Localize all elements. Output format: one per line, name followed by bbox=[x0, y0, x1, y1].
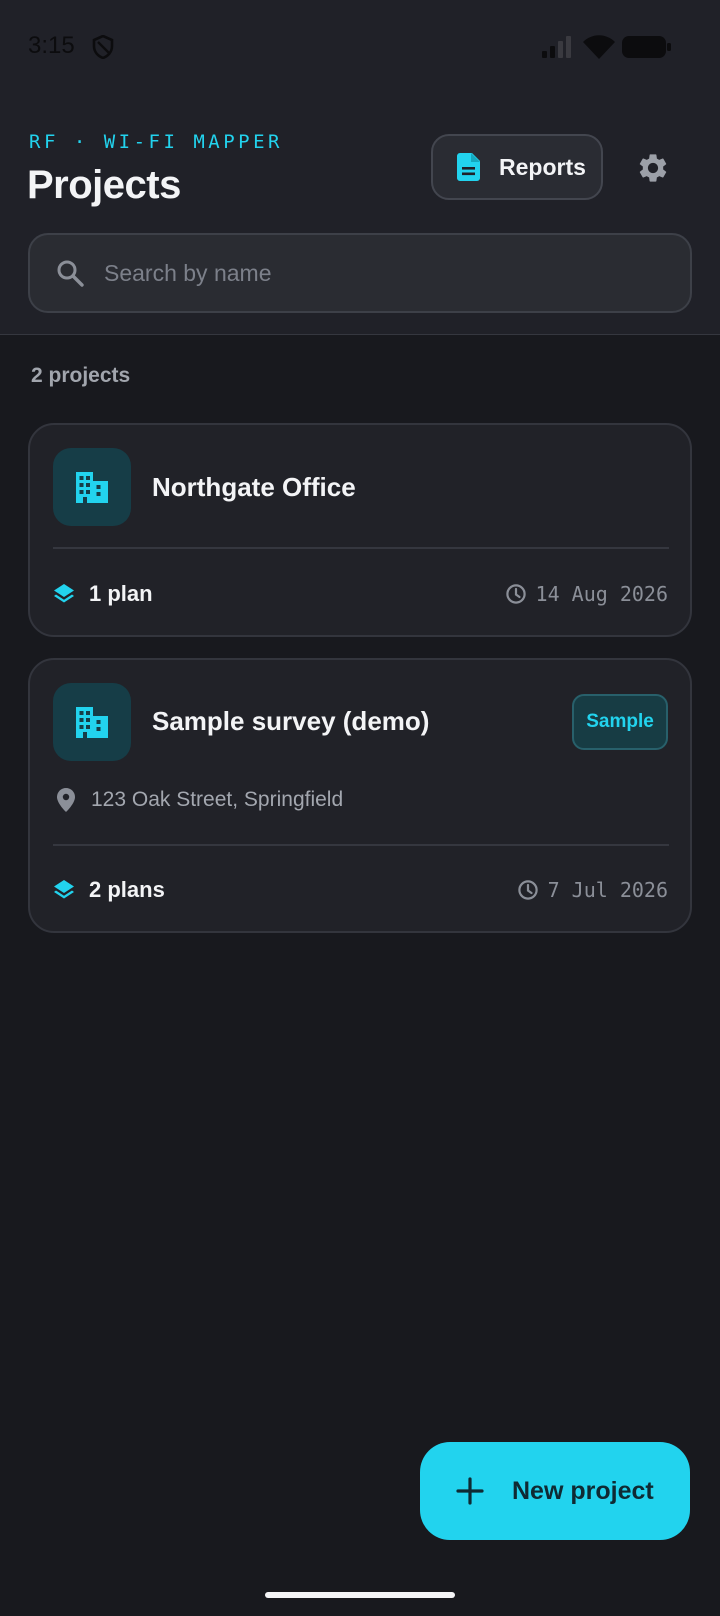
plus-icon bbox=[456, 1477, 484, 1505]
status-time: 3:15 bbox=[28, 32, 75, 59]
date-label: 14 Aug 2026 bbox=[535, 582, 668, 606]
plan-count: 1 plan bbox=[53, 581, 153, 607]
plan-count: 2 plans bbox=[53, 877, 165, 903]
reports-button[interactable]: Reports bbox=[431, 134, 603, 200]
status-bar: 3:15 bbox=[0, 0, 720, 95]
app-subtitle: RF · WI-FI MAPPER bbox=[29, 131, 283, 153]
project-icon-tile bbox=[53, 448, 131, 526]
card-divider bbox=[53, 547, 669, 549]
project-card-sample-survey[interactable]: Sample survey (demo) Sample 123 Oak Stre… bbox=[28, 658, 692, 933]
date-label: 7 Jul 2026 bbox=[547, 878, 668, 902]
cellular-signal-icon bbox=[542, 36, 571, 58]
sample-badge: Sample bbox=[572, 694, 668, 750]
gear-icon bbox=[639, 154, 667, 182]
plans-label: 1 plan bbox=[89, 581, 153, 606]
page-title: Projects bbox=[27, 163, 181, 207]
search-box[interactable] bbox=[28, 233, 692, 313]
project-icon-tile bbox=[53, 683, 131, 761]
building-icon bbox=[76, 472, 108, 503]
layers-icon bbox=[54, 584, 74, 603]
document-icon bbox=[457, 153, 480, 181]
search-input[interactable] bbox=[104, 243, 690, 303]
building-icon bbox=[76, 707, 108, 738]
shield-icon bbox=[92, 35, 114, 59]
project-address: 123 Oak Street, Springfield bbox=[57, 788, 343, 812]
search-icon bbox=[57, 260, 84, 287]
clock-icon bbox=[505, 584, 526, 604]
clock-icon bbox=[517, 880, 538, 900]
project-name: Northgate Office bbox=[152, 472, 356, 502]
project-name: Sample survey (demo) bbox=[152, 706, 430, 736]
address-label: 123 Oak Street, Springfield bbox=[91, 788, 344, 811]
layers-icon bbox=[54, 880, 74, 899]
card-divider bbox=[53, 844, 669, 846]
project-date: 7 Jul 2026 bbox=[517, 878, 668, 902]
plans-label: 2 plans bbox=[89, 877, 165, 902]
new-project-label: New project bbox=[512, 1476, 654, 1505]
project-count: 2 projects bbox=[31, 364, 131, 387]
wifi-icon bbox=[583, 35, 615, 59]
new-project-button[interactable]: New project bbox=[420, 1442, 690, 1540]
settings-button[interactable] bbox=[630, 145, 676, 191]
project-date: 14 Aug 2026 bbox=[505, 582, 668, 606]
project-card-northgate-office[interactable]: Northgate Office 1 plan 14 Aug 2026 bbox=[28, 423, 692, 637]
battery-icon bbox=[622, 36, 671, 58]
location-pin-icon bbox=[57, 788, 75, 812]
app-header: 3:15 RF · WI-FI MAPPER Projects Reports bbox=[0, 0, 720, 335]
reports-label: Reports bbox=[499, 153, 586, 180]
home-indicator[interactable] bbox=[265, 1592, 455, 1598]
